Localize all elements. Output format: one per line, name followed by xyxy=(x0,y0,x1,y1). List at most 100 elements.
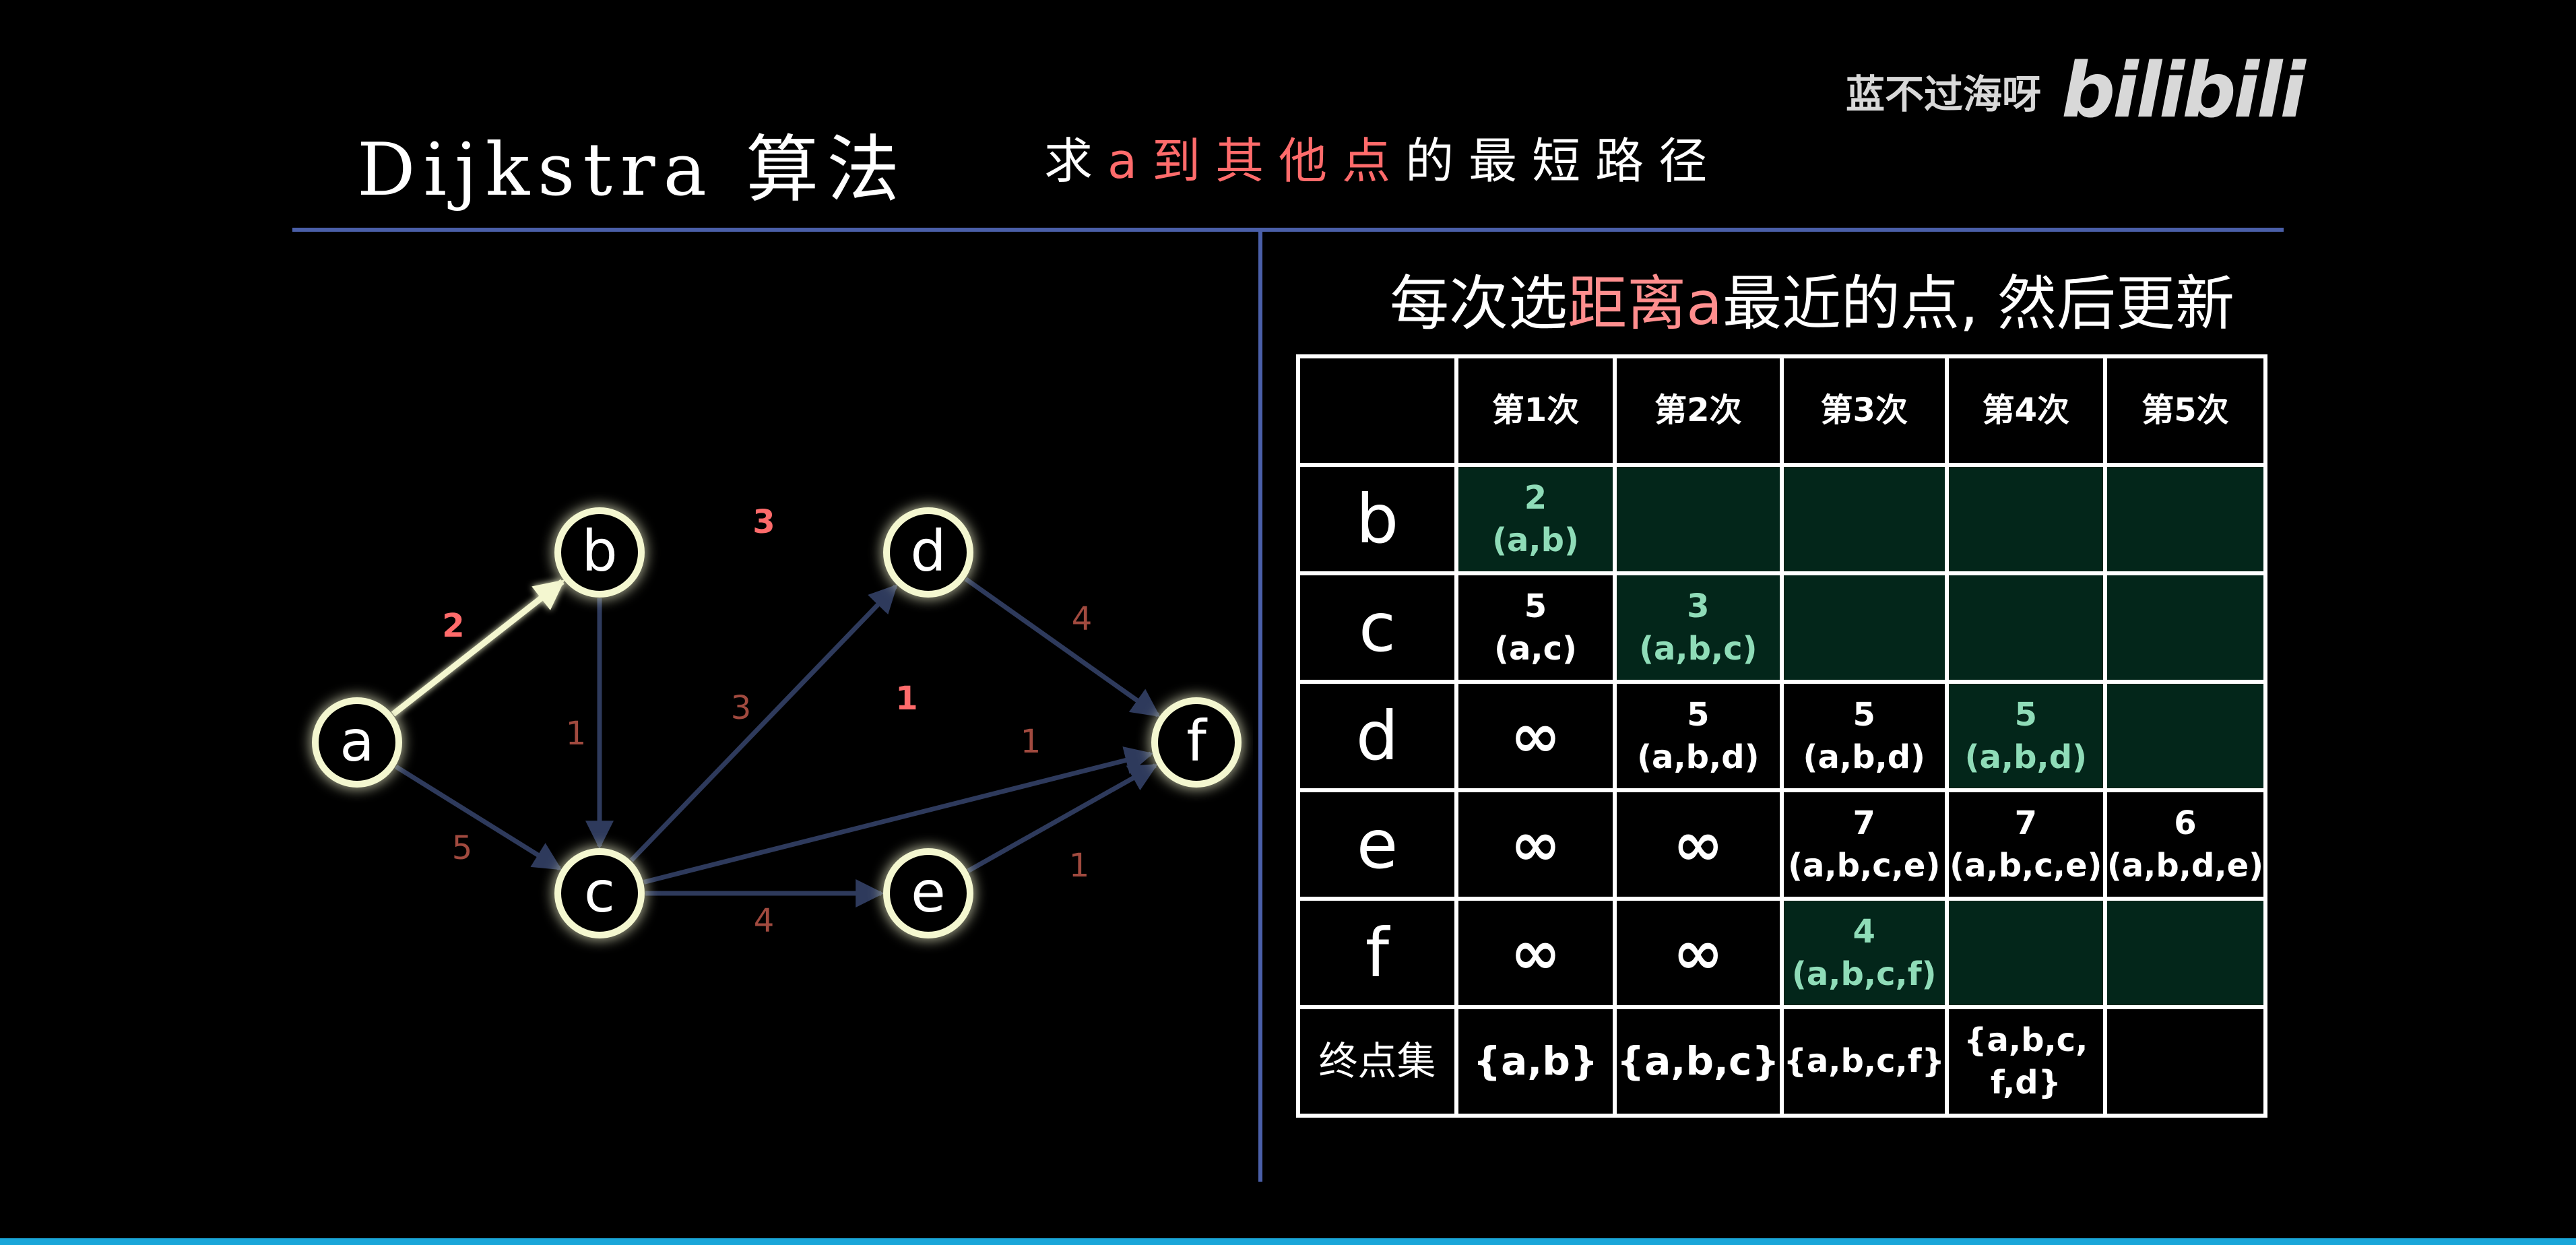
edge-e-f xyxy=(967,763,1158,873)
cell-distance: 7 xyxy=(2014,804,2038,843)
cell-f-3: 4 (a,b,c,f) xyxy=(1779,897,1949,1009)
node-label-c: c xyxy=(584,859,615,925)
cell-distance: 3 xyxy=(1687,587,1710,626)
cell-d-2: 5 (a,b,d) xyxy=(1613,680,1784,792)
final-set-2: {a,b,c} xyxy=(1613,1005,1784,1118)
cell-c-4 xyxy=(1944,571,2107,684)
final-set-4: {a,b,c, f,d} xyxy=(1944,1005,2107,1118)
cell-distance: 6 xyxy=(2174,804,2197,843)
uploader-name: 蓝不过海呀 xyxy=(1846,71,2042,117)
node-label-b: b xyxy=(581,518,617,584)
rule-pre: 每次选 xyxy=(1390,269,1568,338)
node-a: a xyxy=(312,697,402,788)
cell-distance: ∞ xyxy=(1510,918,1561,988)
column-header-3: 第3次 xyxy=(1779,354,1949,467)
cell-distance: 5 xyxy=(1687,696,1710,734)
cell-path: (a,b) xyxy=(1492,521,1579,559)
final-set-1: {a,b} xyxy=(1454,1005,1617,1118)
distance-table-wrap: 第1次 第2次 第3次 第4次 第5次 b 2 (a,b) c 5 (a,c) 3 (a,b,c) d ∞ 5… xyxy=(1296,354,2268,1118)
cell-path: (a,c) xyxy=(1494,629,1577,668)
weight-label-a-c: 5 xyxy=(452,829,473,867)
cell-d-4: 5 (a,b,d) xyxy=(1944,680,2107,792)
weight-label-e-f: 1 xyxy=(1069,847,1090,885)
cell-c-3 xyxy=(1779,571,1949,684)
cell-f-2: ∞ xyxy=(1613,897,1784,1009)
weight-label-d-f: 4 xyxy=(1072,600,1093,638)
table-row: b 2 (a,b) xyxy=(1296,463,2268,575)
edge-c-d xyxy=(629,584,898,862)
bilibili-logo-icon: bilibili xyxy=(2061,47,2306,135)
footer-label: 终点集 xyxy=(1296,1005,1458,1118)
cell-distance: ∞ xyxy=(1510,809,1561,880)
column-header-2: 第2次 xyxy=(1613,354,1784,467)
weight-label-c-e: 4 xyxy=(754,902,775,940)
edge-a-b xyxy=(391,579,565,717)
cell-distance: 2 xyxy=(1524,479,1547,517)
cell-distance: 5 xyxy=(1524,587,1547,626)
row-label-d: d xyxy=(1296,680,1458,792)
cell-path: (a,b,d) xyxy=(1964,738,2088,776)
row-label-f: f xyxy=(1296,897,1458,1009)
cell-distance: 4 xyxy=(1853,913,1875,951)
cell-c-5 xyxy=(2102,571,2268,684)
cell-e-5: 6 (a,b,d,e) xyxy=(2102,788,2268,901)
node-d: d xyxy=(883,507,973,598)
cell-distance: 5 xyxy=(2014,696,2038,734)
bottom-accent-bar xyxy=(0,1238,2576,1245)
cell-path: (a,b,d) xyxy=(1637,738,1760,776)
cell-distance: ∞ xyxy=(1673,809,1724,880)
cell-distance: ∞ xyxy=(1510,701,1561,771)
rule-highlight: 距离a xyxy=(1568,269,1722,338)
cell-e-3: 7 (a,b,c,e) xyxy=(1779,788,1949,901)
watermark: 蓝不过海呀 bilibili xyxy=(1846,47,2306,135)
cell-b-2 xyxy=(1613,463,1784,575)
cell-path: (a,b,c,e) xyxy=(1950,846,2102,885)
weight-label-a-b: 2 xyxy=(442,607,464,645)
cell-distance: 5 xyxy=(1853,696,1875,734)
node-label-a: a xyxy=(340,708,374,774)
cell-f-4 xyxy=(1944,897,2107,1009)
cell-f-5 xyxy=(2102,897,2268,1009)
column-header-1: 第1次 xyxy=(1454,354,1617,467)
cell-b-3 xyxy=(1779,463,1949,575)
cell-b-5 xyxy=(2102,463,2268,575)
cell-distance: ∞ xyxy=(1673,918,1724,988)
cell-d-3: 5 (a,b,d) xyxy=(1779,680,1949,792)
weight-label-c-f: 1 xyxy=(1021,723,1041,761)
table-row: e ∞ ∞ 7 (a,b,c,e) 7 (a,b,c,e) 6 (a,b,d,e) xyxy=(1296,788,2268,901)
cell-path: (a,b,c,e) xyxy=(1788,846,1941,885)
node-f: f xyxy=(1151,697,1242,788)
cell-path: (a,b,c) xyxy=(1639,629,1758,668)
weight-label-c-d: 3 xyxy=(731,689,752,727)
graph-diagram: 2 5 1 3 3 4 1 1 4 1 a b c d e f xyxy=(312,503,1242,940)
weight-label-b-c: 1 xyxy=(566,715,587,753)
node-label-d: d xyxy=(910,518,946,584)
distance-table: 第1次 第2次 第3次 第4次 第5次 b 2 (a,b) c 5 (a,c) 3 (a,b,c) d ∞ 5… xyxy=(1296,354,2268,1118)
cell-e-4: 7 (a,b,c,e) xyxy=(1944,788,2107,901)
node-label-e: e xyxy=(911,859,946,925)
edge-d-f xyxy=(964,577,1161,717)
cell-f-1: ∞ xyxy=(1454,897,1617,1009)
node-c: c xyxy=(554,848,645,938)
cell-e-2: ∞ xyxy=(1613,788,1784,901)
rule-caption: 每次选距离a最近的点, 然后更新 xyxy=(1266,256,2358,342)
node-e: e xyxy=(883,848,973,938)
cell-b-1: 2 (a,b) xyxy=(1454,463,1617,575)
cell-e-1: ∞ xyxy=(1454,788,1617,901)
cell-distance: 7 xyxy=(1853,804,1875,843)
cell-path: (a,b,c,f) xyxy=(1791,955,1937,993)
table-row: d ∞ 5 (a,b,d) 5 (a,b,d) 5 (a,b,d) xyxy=(1296,680,2268,792)
column-header-4: 第4次 xyxy=(1944,354,2107,467)
node-label-f: f xyxy=(1186,708,1208,774)
weight-label-d-e: 1 xyxy=(895,680,917,717)
cell-d-1: ∞ xyxy=(1454,680,1617,792)
subtitle-post: 的最短路径 xyxy=(1405,133,1722,189)
column-header-5: 第5次 xyxy=(2102,354,2268,467)
row-label-c: c xyxy=(1296,571,1458,684)
cell-b-4 xyxy=(1944,463,2107,575)
row-label-e: e xyxy=(1296,788,1458,901)
edge-a-c xyxy=(394,764,562,870)
cell-c-1: 5 (a,c) xyxy=(1454,571,1617,684)
table-row: f ∞ ∞ 4 (a,b,c,f) xyxy=(1296,897,2268,1009)
table-corner-cell xyxy=(1296,354,1458,467)
